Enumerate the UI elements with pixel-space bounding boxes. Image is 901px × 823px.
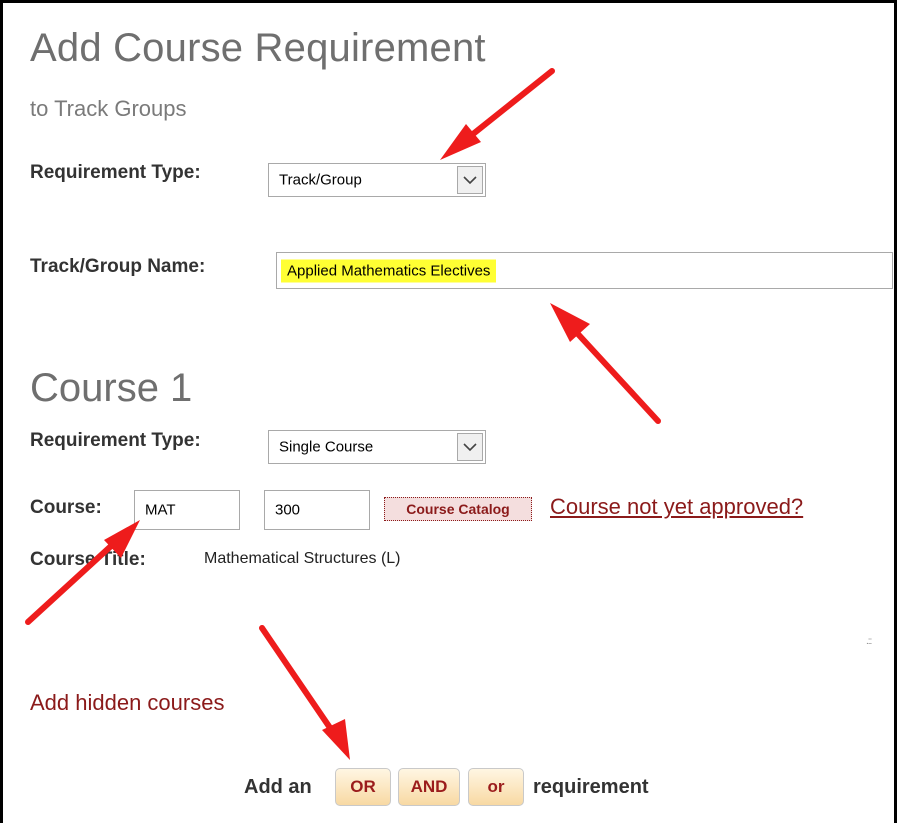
track-requirement-type-value: Track/Group (279, 171, 362, 189)
track-group-name-input[interactable]: Applied Mathematics Electives (276, 252, 893, 289)
track-requirement-type-select[interactable]: Track/Group (268, 163, 486, 197)
chevron-down-icon[interactable] (457, 433, 483, 461)
add-or-button[interactable]: OR (335, 768, 391, 806)
course-catalog-button[interactable]: Course Catalog (384, 497, 532, 521)
add-requirement-suffix: requirement (533, 776, 649, 798)
add-or-lowercase-button[interactable]: or (468, 768, 524, 806)
course-requirement-type-value: Single Course (279, 438, 374, 456)
chevron-down-icon[interactable] (457, 166, 483, 194)
add-and-button[interactable]: AND (398, 768, 460, 806)
resize-grip-icon[interactable]: .:: (866, 636, 872, 647)
track-group-name-value: Applied Mathematics Electives (281, 259, 497, 282)
add-requirement-prefix: Add an (244, 776, 312, 798)
page-subtitle: to Track Groups (30, 96, 187, 121)
course-number-input[interactable]: 300 (264, 490, 370, 530)
course-label: Course: (30, 497, 102, 518)
course-number-value: 300 (275, 501, 301, 519)
track-group-name-label: Track/Group Name: (30, 256, 206, 277)
course-heading: Course 1 (30, 366, 193, 410)
course-subject-value: MAT (145, 501, 176, 519)
course-not-approved-link[interactable]: Course not yet approved? (550, 494, 803, 520)
course-title-value: Mathematical Structures (L) (204, 550, 401, 567)
add-hidden-courses-link[interactable]: Add hidden courses (30, 690, 224, 716)
page-title: Add Course Requirement (30, 26, 486, 70)
course-subject-input[interactable]: MAT (134, 490, 240, 530)
course-requirement-type-label: Requirement Type: (30, 430, 201, 451)
requirement-type-label: Requirement Type: (30, 162, 201, 183)
course-title-label: Course Title: (30, 549, 146, 570)
course-requirement-type-select[interactable]: Single Course (268, 430, 486, 464)
